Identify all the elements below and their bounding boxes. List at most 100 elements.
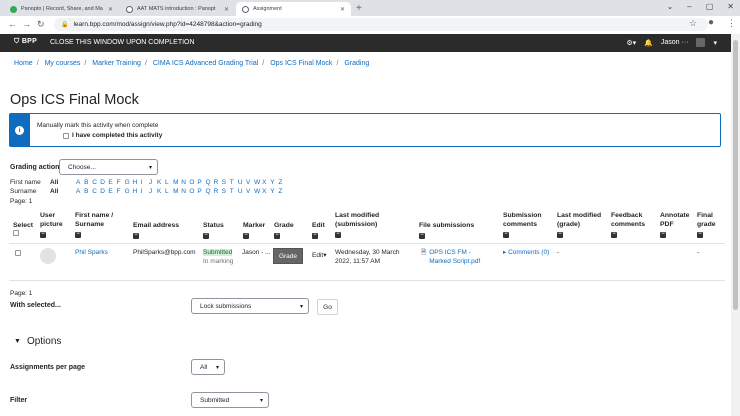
header-last-modified-grade[interactable]: Last modified (grade) −	[557, 211, 607, 238]
close-tab-icon[interactable]: ✕	[224, 6, 229, 13]
initial-letter-e[interactable]: E	[108, 179, 116, 186]
initial-letter-b[interactable]: B	[84, 179, 92, 186]
close-window-icon[interactable]: ✕	[727, 2, 734, 11]
initial-letter-r[interactable]: R	[214, 179, 222, 186]
header-final-grade[interactable]: Final grade −	[697, 211, 725, 238]
initial-letter-m[interactable]: M	[173, 188, 181, 195]
initial-letter-c[interactable]: C	[92, 188, 100, 195]
minimize-icon[interactable]: –	[687, 2, 691, 11]
star-icon[interactable]: ☆	[689, 18, 697, 29]
initial-letter-i[interactable]: I	[141, 188, 149, 195]
bpp-logo[interactable]: ⛉ BPP	[14, 38, 37, 46]
initial-letter-a[interactable]: A	[76, 188, 84, 195]
bell-icon[interactable]: 🔔	[644, 39, 653, 47]
initial-letter-x[interactable]: X	[262, 179, 270, 186]
collapse-icon[interactable]: −	[660, 231, 666, 238]
initial-letter-q[interactable]: Q	[206, 179, 214, 186]
breadcrumb-home[interactable]: Home	[14, 60, 33, 67]
initial-letter-w[interactable]: W	[254, 188, 262, 195]
completion-checkbox[interactable]	[63, 132, 69, 139]
collapse-icon[interactable]: −	[40, 231, 46, 238]
avatar[interactable]	[696, 38, 706, 47]
initial-letter-z[interactable]: Z	[278, 188, 286, 195]
profile-icon[interactable]: ●	[708, 17, 714, 28]
select-all-checkbox[interactable]	[13, 230, 19, 236]
initial-letter-n[interactable]: N	[181, 179, 189, 186]
initial-letter-h[interactable]: H	[133, 179, 141, 186]
initial-letter-p[interactable]: P	[197, 188, 205, 195]
initial-letter-v[interactable]: V	[246, 179, 254, 186]
header-marker[interactable]: Marker −	[243, 221, 265, 239]
file-link[interactable]: OPS ICS FM - Marked Script.pdf	[429, 248, 493, 266]
initial-letter-f[interactable]: F	[116, 188, 124, 195]
new-tab-icon[interactable]: +	[356, 3, 362, 14]
scrollbar-thumb[interactable]	[733, 40, 738, 310]
collapse-icon[interactable]: −	[243, 232, 249, 239]
collapse-icon[interactable]: −	[312, 232, 318, 239]
initial-letter-y[interactable]: Y	[270, 188, 278, 195]
initial-letter-i[interactable]: I	[141, 179, 149, 186]
close-tab-icon[interactable]: ✕	[340, 6, 345, 13]
initial-letter-l[interactable]: L	[165, 188, 173, 195]
initial-letter-y[interactable]: Y	[270, 179, 278, 186]
initial-letter-r[interactable]: R	[214, 188, 222, 195]
initial-letter-o[interactable]: O	[189, 179, 197, 186]
options-toggle[interactable]: ▼ Options	[14, 336, 61, 347]
initial-letter-q[interactable]: Q	[206, 188, 214, 195]
browser-tab-assignment[interactable]: Assignment ✕	[236, 2, 351, 16]
header-status[interactable]: Status −	[203, 221, 224, 239]
kebab-menu-icon[interactable]: ⋮	[727, 18, 736, 29]
breadcrumb-marker-training[interactable]: Marker Training	[92, 60, 141, 67]
initial-letter-a[interactable]: A	[76, 179, 84, 186]
initial-letter-m[interactable]: M	[173, 179, 181, 186]
initial-letter-j[interactable]: J	[149, 179, 157, 186]
row-select-checkbox[interactable]	[15, 250, 21, 256]
header-name[interactable]: First name / Surname −	[75, 211, 127, 238]
edit-menu[interactable]: Edit▾	[312, 251, 326, 260]
initial-letter-w[interactable]: W	[254, 179, 262, 186]
collapse-icon[interactable]: −	[557, 231, 563, 238]
collapse-icon[interactable]: −	[75, 231, 81, 238]
student-name[interactable]: Phil Sparks	[75, 248, 108, 257]
collapse-icon[interactable]: −	[611, 231, 617, 238]
initial-letter-l[interactable]: L	[165, 179, 173, 186]
header-user-picture[interactable]: User picture −	[40, 211, 70, 238]
initial-letter-c[interactable]: C	[92, 179, 100, 186]
breadcrumb-my-courses[interactable]: My courses	[45, 60, 81, 67]
initial-letter-n[interactable]: N	[181, 188, 189, 195]
initial-letter-d[interactable]: D	[100, 188, 108, 195]
initial-letter-u[interactable]: U	[238, 188, 246, 195]
back-icon[interactable]: ←	[8, 19, 17, 29]
collapse-icon[interactable]: −	[274, 232, 280, 239]
chevron-down-icon[interactable]: ▾	[713, 39, 717, 47]
initial-letter-g[interactable]: G	[125, 188, 133, 195]
reload-icon[interactable]: ↻	[37, 19, 45, 30]
comments-toggle[interactable]: ▸ Comments (0)	[503, 248, 551, 257]
browser-tab-panopto[interactable]: Panopto | Record, Share, and Ma ✕	[4, 2, 119, 16]
collapse-icon[interactable]: −	[419, 232, 425, 239]
first-name-all[interactable]: All	[50, 179, 58, 186]
collapse-icon[interactable]: −	[697, 231, 703, 238]
initial-letter-p[interactable]: P	[197, 179, 205, 186]
address-bar[interactable]: 🔒 learn.bpp.com/mod/assign/view.php?id=4…	[54, 18, 708, 31]
initial-letter-v[interactable]: V	[246, 188, 254, 195]
initial-letter-z[interactable]: Z	[278, 179, 286, 186]
grading-action-select[interactable]: Choose... ▾	[59, 159, 158, 175]
initial-letter-s[interactable]: S	[222, 179, 230, 186]
initial-letter-x[interactable]: X	[262, 188, 270, 195]
breadcrumb-grading[interactable]: Grading	[344, 60, 369, 67]
close-tab-icon[interactable]: ✕	[108, 6, 113, 13]
initial-letter-e[interactable]: E	[108, 188, 116, 195]
breadcrumb-course[interactable]: CIMA ICS Advanced Grading Trial	[153, 60, 258, 67]
maximize-icon[interactable]: ▢	[706, 2, 714, 11]
initial-letter-h[interactable]: H	[133, 188, 141, 195]
user-menu[interactable]: Jason ···	[661, 39, 689, 46]
initial-letter-d[interactable]: D	[100, 179, 108, 186]
collapse-icon[interactable]: −	[133, 232, 139, 239]
header-email[interactable]: Email address −	[133, 221, 179, 239]
collapse-icon[interactable]: −	[335, 231, 341, 238]
collapse-icon[interactable]: −	[203, 232, 209, 239]
header-last-modified[interactable]: Last modified (submission) −	[335, 211, 407, 238]
initial-letter-f[interactable]: F	[116, 179, 124, 186]
initial-letter-k[interactable]: K	[157, 179, 165, 186]
